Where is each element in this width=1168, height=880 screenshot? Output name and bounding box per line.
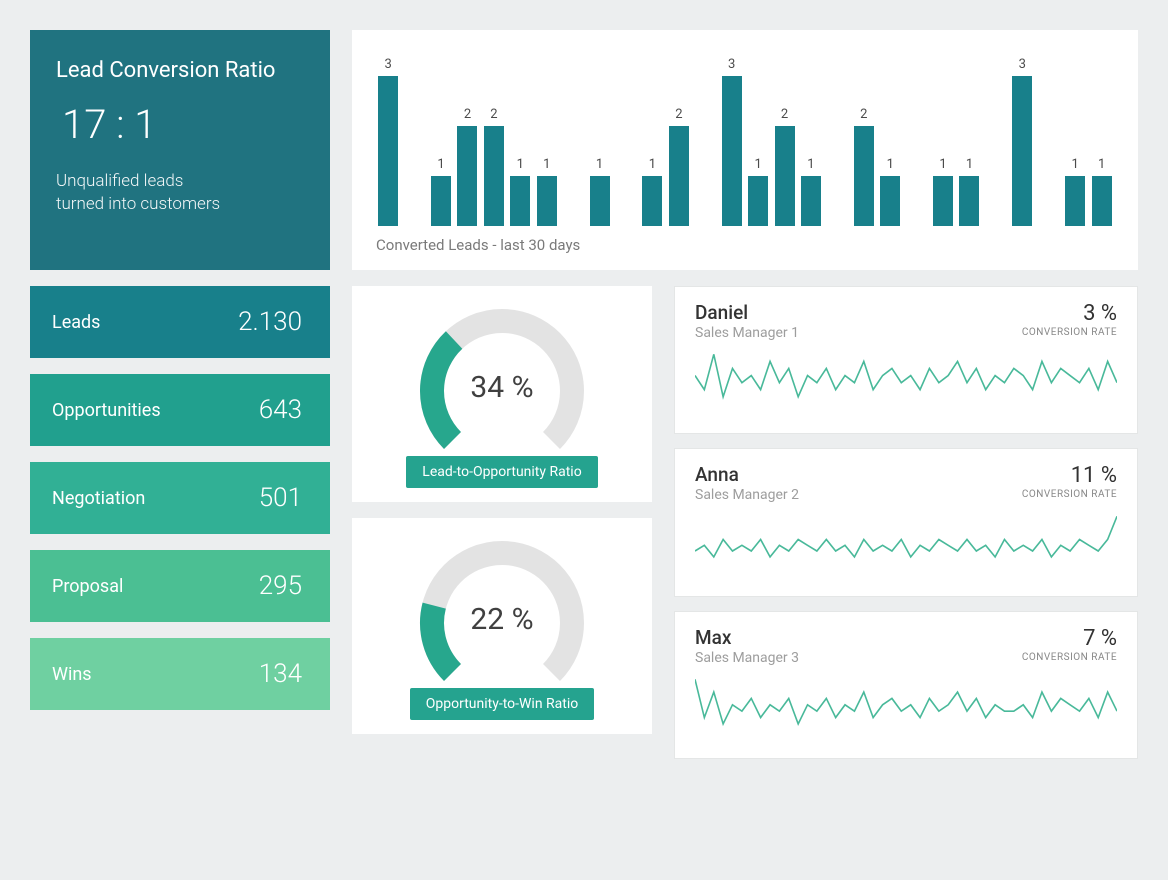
funnel-label: Leads bbox=[52, 312, 100, 333]
bar: 2 bbox=[772, 44, 796, 226]
funnel-tile-wins: Wins 134 bbox=[30, 638, 330, 710]
bar: 2 bbox=[482, 44, 506, 226]
funnel-label: Opportunities bbox=[52, 400, 161, 421]
bar bbox=[693, 44, 717, 226]
bar: 2 bbox=[455, 44, 479, 226]
gauge-lead-opportunity: 34 % Lead-to-Opportunity Ratio bbox=[352, 286, 652, 502]
manager-rate: 11 % bbox=[1022, 463, 1117, 488]
manager-rate-caption: CONVERSION RATE bbox=[1022, 327, 1117, 338]
bar: 1 bbox=[640, 44, 664, 226]
bar bbox=[825, 44, 849, 226]
bar bbox=[984, 44, 1008, 226]
manager-role: Sales Manager 1 bbox=[695, 325, 799, 341]
lead-conversion-title: Lead Conversion Ratio bbox=[56, 58, 304, 83]
manager-name: Daniel bbox=[695, 301, 799, 324]
bar: 1 bbox=[1089, 44, 1113, 226]
funnel-tile-opportunities: Opportunities 643 bbox=[30, 374, 330, 446]
bar: 1 bbox=[429, 44, 453, 226]
manager-rate-caption: CONVERSION RATE bbox=[1022, 652, 1117, 663]
funnel-tile-proposal: Proposal 295 bbox=[30, 550, 330, 622]
bar: 1 bbox=[878, 44, 902, 226]
bar: 1 bbox=[799, 44, 823, 226]
manager-card: AnnaSales Manager 2 11 %CONVERSION RATE bbox=[674, 448, 1138, 596]
manager-name: Max bbox=[695, 626, 799, 649]
gauge-caption: Lead-to-Opportunity Ratio bbox=[406, 456, 597, 488]
bar: 3 bbox=[1010, 44, 1034, 226]
manager-rate: 3 % bbox=[1022, 301, 1117, 326]
gauge-opportunity-win: 22 % Opportunity-to-Win Ratio bbox=[352, 518, 652, 734]
funnel-label: Proposal bbox=[52, 576, 123, 597]
bar: 2 bbox=[852, 44, 876, 226]
manager-role: Sales Manager 3 bbox=[695, 650, 799, 666]
bar: 1 bbox=[587, 44, 611, 226]
bar: 2 bbox=[667, 44, 691, 226]
bar: 1 bbox=[957, 44, 981, 226]
bar: 1 bbox=[931, 44, 955, 226]
bar: 3 bbox=[376, 44, 400, 226]
gauge-arc: 34 % bbox=[407, 306, 597, 456]
bar bbox=[1037, 44, 1061, 226]
manager-card: MaxSales Manager 3 7 %CONVERSION RATE bbox=[674, 611, 1138, 759]
lead-conversion-card: Lead Conversion Ratio 17 : 1 Unqualified… bbox=[30, 30, 330, 270]
funnel-value: 501 bbox=[259, 483, 302, 513]
bar: 3 bbox=[719, 44, 743, 226]
manager-name: Anna bbox=[695, 463, 799, 486]
bar: 1 bbox=[746, 44, 770, 226]
manager-rate: 7 % bbox=[1022, 626, 1117, 651]
bar bbox=[904, 44, 928, 226]
converted-leads-chart: 31221111231212111311 Converted Leads - l… bbox=[352, 30, 1138, 270]
funnel-tile-negotiation: Negotiation 501 bbox=[30, 462, 330, 534]
bar bbox=[561, 44, 585, 226]
sparkline bbox=[695, 674, 1117, 748]
bar bbox=[614, 44, 638, 226]
manager-role: Sales Manager 2 bbox=[695, 487, 799, 503]
converted-leads-caption: Converted Leads - last 30 days bbox=[376, 236, 1114, 254]
gauge-caption: Opportunity-to-Win Ratio bbox=[410, 688, 594, 720]
funnel-value: 2.130 bbox=[238, 307, 302, 337]
funnel-value: 295 bbox=[259, 571, 302, 601]
funnel-value: 134 bbox=[259, 659, 302, 689]
funnel-label: Negotiation bbox=[52, 488, 145, 509]
manager-rate-caption: CONVERSION RATE bbox=[1022, 489, 1117, 500]
bar: 1 bbox=[535, 44, 559, 226]
bar: 1 bbox=[1063, 44, 1087, 226]
gauge-arc: 22 % bbox=[407, 538, 597, 688]
funnel-label: Wins bbox=[52, 664, 92, 685]
manager-card: DanielSales Manager 1 3 %CONVERSION RATE bbox=[674, 286, 1138, 434]
sparkline bbox=[695, 349, 1117, 423]
lead-conversion-subtitle: Unqualified leads turned into customers bbox=[56, 170, 304, 216]
bar bbox=[402, 44, 426, 226]
funnel-tile-leads: Leads 2.130 bbox=[30, 286, 330, 358]
sparkline bbox=[695, 511, 1117, 585]
gauge-value: 34 % bbox=[407, 370, 597, 405]
lead-conversion-ratio: 17 : 1 bbox=[56, 101, 304, 148]
gauge-value: 22 % bbox=[407, 602, 597, 637]
funnel-value: 643 bbox=[259, 395, 302, 425]
bar: 1 bbox=[508, 44, 532, 226]
